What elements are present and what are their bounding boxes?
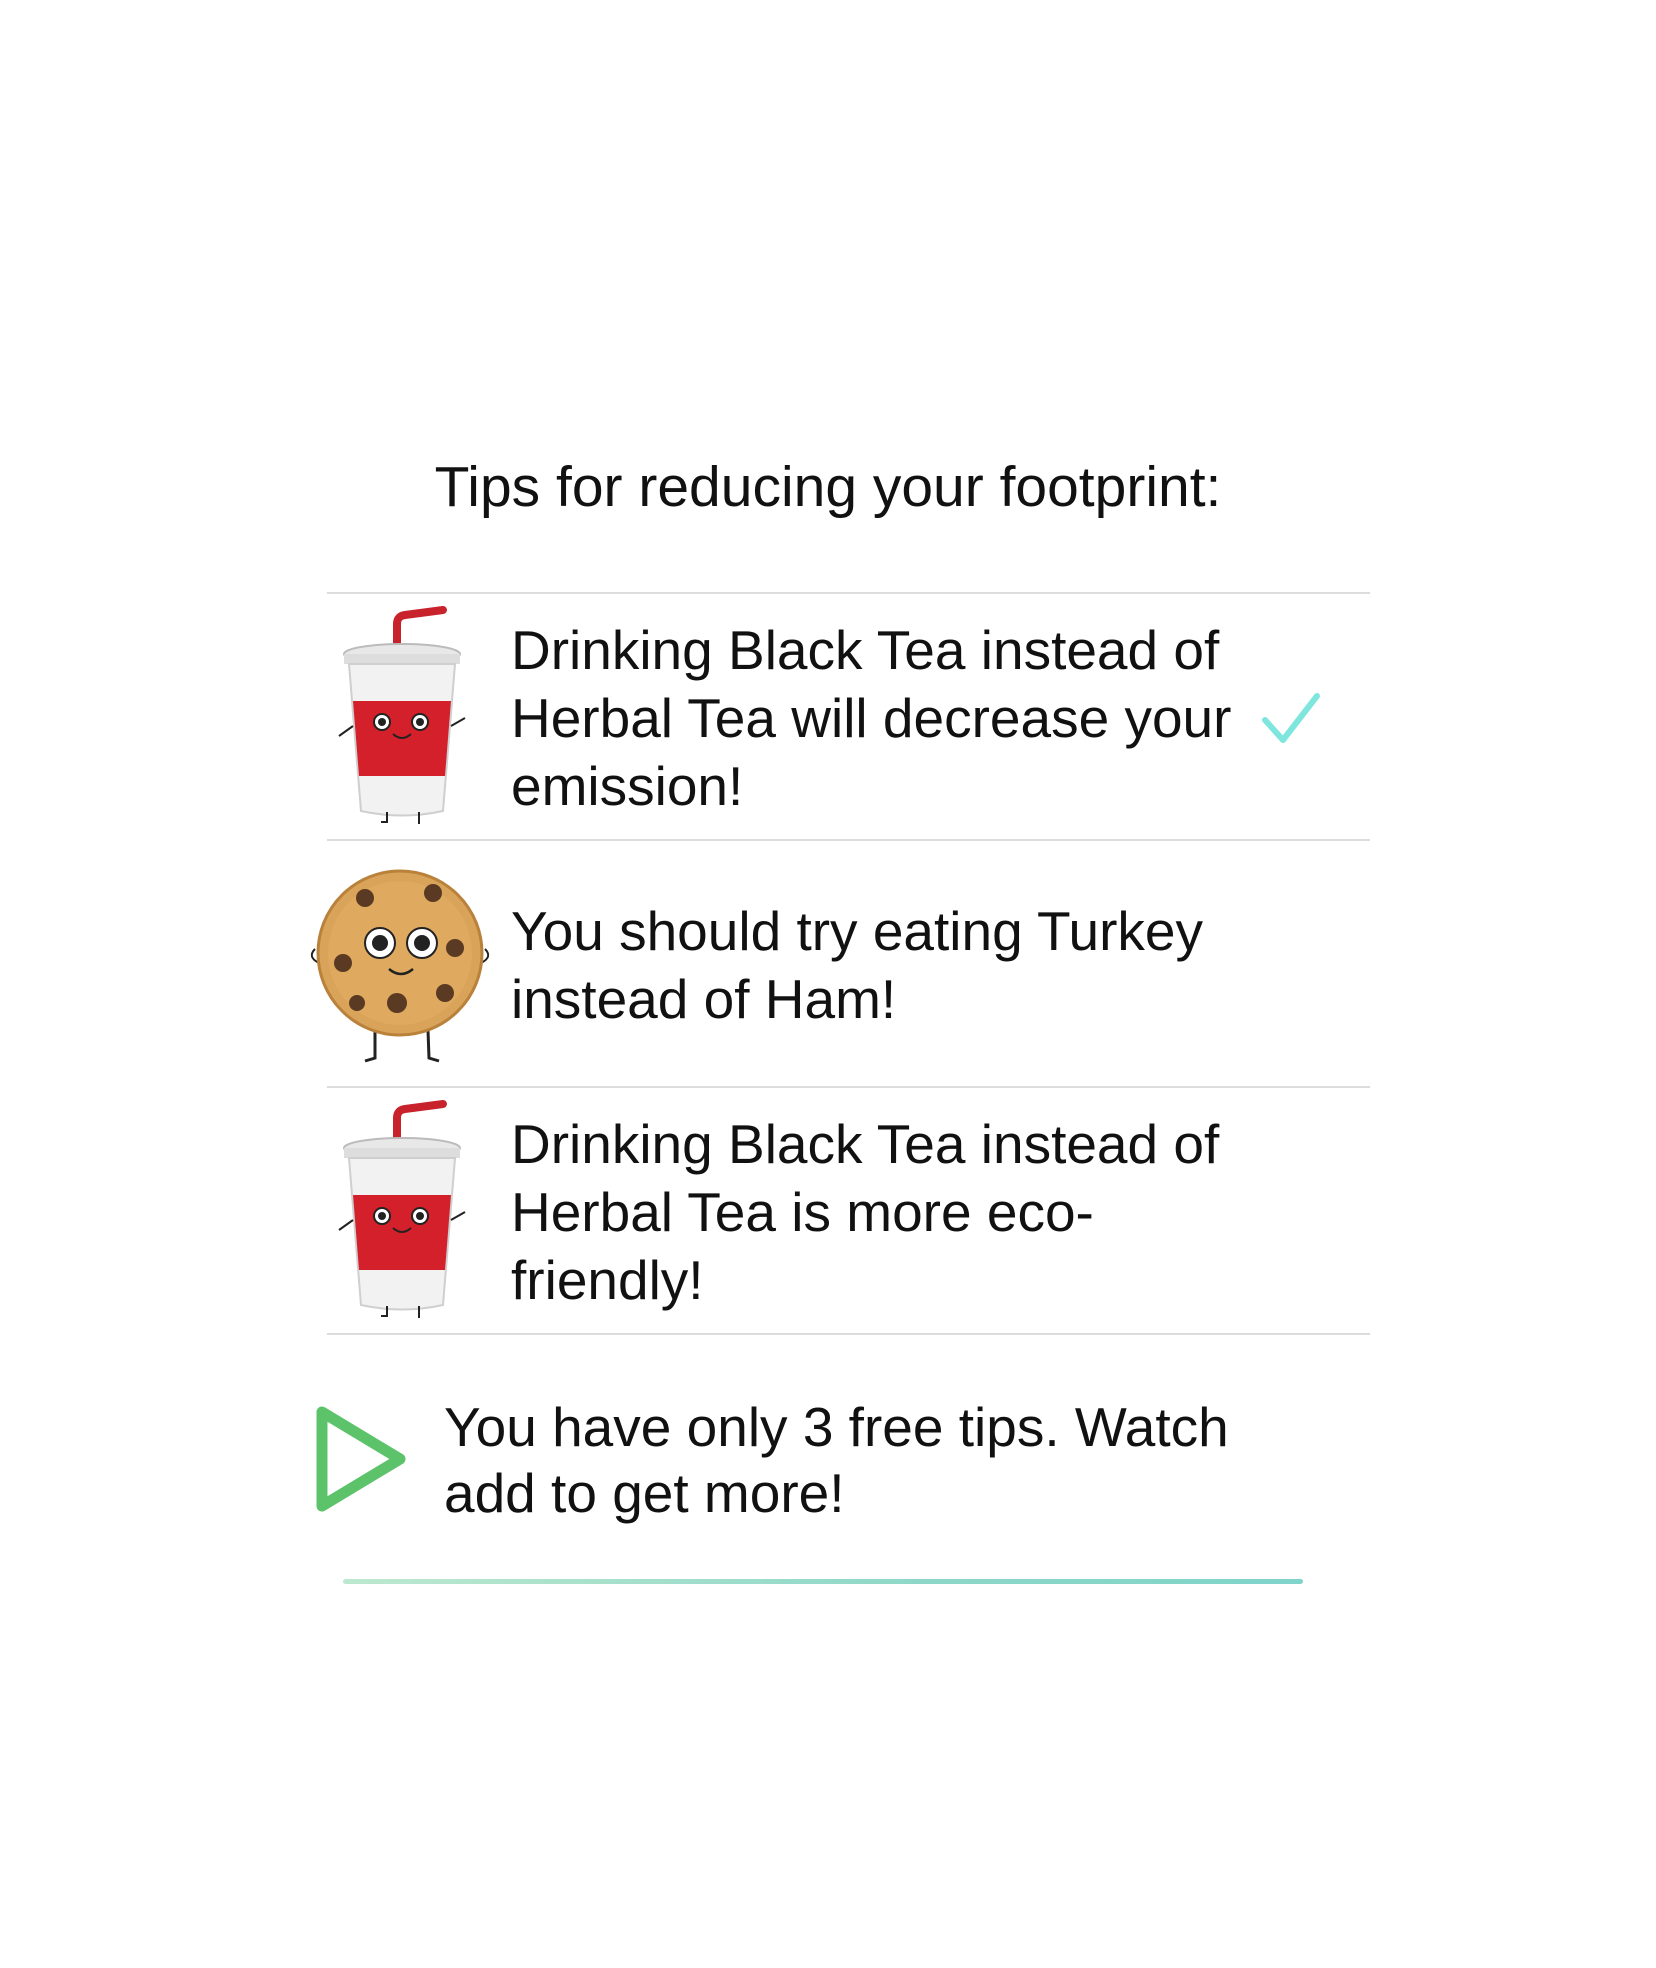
play-icon	[316, 1406, 406, 1512]
tip-text: Drinking Black Tea instead of Herbal Tea…	[511, 619, 1232, 817]
watch-ad-button[interactable]: You have only 3 free tips. Watch add to …	[300, 1362, 1310, 1582]
free-tips-message: You have only 3 free tips. Watch add to …	[444, 1396, 1229, 1524]
divider	[327, 1333, 1370, 1335]
tip-text: Drinking Black Tea instead of Herbal Tea…	[511, 1113, 1220, 1311]
tip-row[interactable]: Drinking Black Tea instead of Herbal Tea…	[327, 1088, 1370, 1333]
tip-row[interactable]: You should try eating Turkey instead of …	[310, 841, 1370, 1086]
cookie-mascot-icon	[310, 869, 490, 1063]
tips-list: Drinking Black Tea instead of Herbal Tea…	[310, 592, 1370, 1335]
tip-text: You should try eating Turkey instead of …	[511, 900, 1204, 1030]
soda-cup-mascot-icon	[338, 606, 466, 824]
checkmark-icon	[1262, 693, 1320, 743]
accent-underline	[343, 1579, 1303, 1584]
page-title: Tips for reducing your footprint:	[434, 455, 1222, 519]
tip-row[interactable]: Drinking Black Tea instead of Herbal Tea…	[327, 594, 1370, 839]
soda-cup-mascot-icon	[338, 1100, 466, 1318]
